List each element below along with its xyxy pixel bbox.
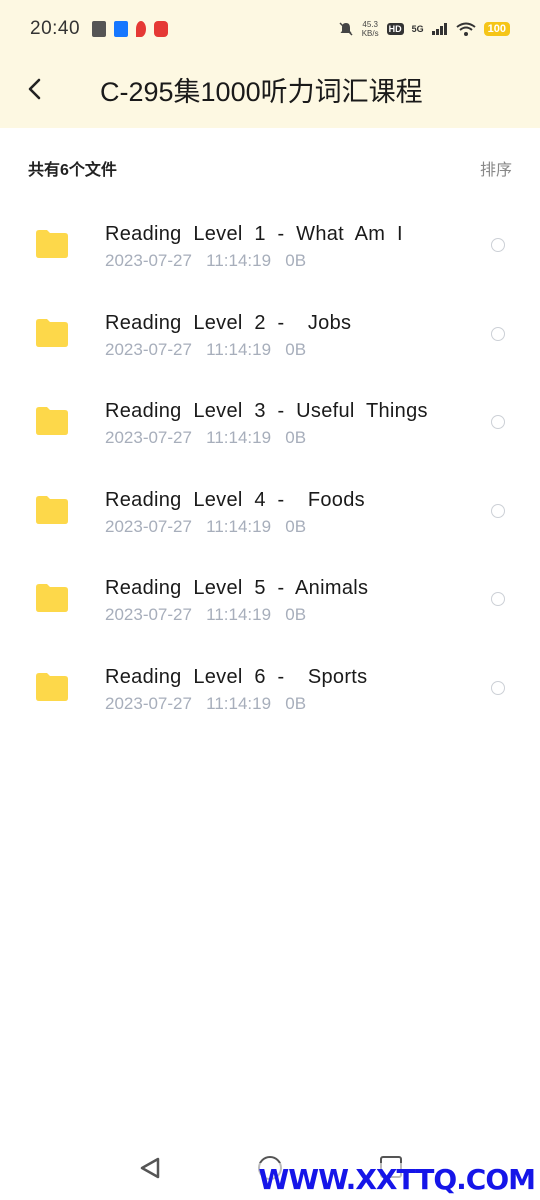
file-item[interactable]: Reading Level 5 - Animals 2023-07-27 11:… bbox=[0, 554, 540, 643]
file-size: 0B bbox=[285, 339, 307, 359]
file-date: 2023-07-27 bbox=[105, 251, 192, 270]
net-speed-unit: KB/s bbox=[361, 29, 379, 38]
status-left: 20:40 bbox=[30, 18, 169, 40]
net-speed-value: 45.3 bbox=[362, 20, 378, 29]
radio-unchecked-icon[interactable] bbox=[491, 326, 505, 341]
file-size: 0B bbox=[285, 605, 307, 624]
radio-unchecked-icon[interactable] bbox=[491, 503, 505, 518]
watermark: WWW.XXTTQ.COM bbox=[258, 1163, 536, 1196]
status-bar: 20:40 45.3 KB/s HD 5G 100 bbox=[0, 0, 540, 58]
folder-icon bbox=[36, 318, 68, 347]
file-time: 11:14:19 bbox=[206, 428, 272, 447]
net-speed: 45.3 KB/s bbox=[362, 20, 379, 38]
file-size: 0B bbox=[285, 693, 307, 713]
file-date: 2023-07-27 bbox=[105, 428, 192, 447]
radio-unchecked-icon[interactable] bbox=[491, 592, 505, 606]
file-item[interactable]: Reading Level 2 - Jobs 2023-07-27 11:14:… bbox=[0, 289, 540, 378]
nav-back-icon[interactable] bbox=[138, 1156, 162, 1180]
file-name: Reading Level 1 - What Am I bbox=[105, 223, 403, 245]
wifi-icon bbox=[456, 22, 476, 36]
signal-5g-label: 5G bbox=[411, 24, 424, 34]
map-pin-icon bbox=[136, 21, 147, 37]
file-date: 2023-07-27 bbox=[105, 605, 192, 624]
app-notification-icon bbox=[154, 21, 169, 37]
file-name: Reading Level 6 - Sports bbox=[105, 665, 368, 688]
file-meta: 2023-07-27 11:14:19 0B bbox=[105, 428, 306, 448]
file-item[interactable]: Reading Level 6 - Sports 2023-07-27 11:1… bbox=[0, 643, 540, 732]
file-size: 0B bbox=[285, 428, 307, 447]
file-meta: 2023-07-27 11:14:19 0B bbox=[105, 517, 306, 537]
folder-icon bbox=[36, 230, 68, 258]
file-meta: 2023-07-27 11:14:19 0B bbox=[105, 340, 306, 360]
alipay-icon bbox=[114, 21, 129, 37]
file-time: 11:14:19 bbox=[206, 516, 272, 536]
file-item[interactable]: Reading Level 1 - What Am I 2023-07-27 1… bbox=[0, 200, 540, 289]
hd-badge: HD bbox=[386, 23, 404, 35]
file-name: Reading Level 5 - Animals bbox=[105, 577, 369, 599]
file-size: 0B bbox=[285, 251, 307, 270]
file-count-label: 共有6个文件 bbox=[28, 162, 117, 179]
file-date: 2023-07-27 bbox=[105, 339, 192, 359]
folder-icon bbox=[36, 407, 68, 435]
file-meta: 2023-07-27 11:14:19 0B bbox=[105, 605, 306, 625]
file-list: Reading Level 1 - What Am I 2023-07-27 1… bbox=[0, 200, 540, 731]
file-time: 11:14:19 bbox=[206, 693, 272, 713]
sort-button[interactable]: 排序 bbox=[480, 156, 512, 180]
radio-unchecked-icon[interactable] bbox=[491, 238, 505, 252]
file-name: Reading Level 2 - Jobs bbox=[105, 311, 352, 334]
radio-unchecked-icon[interactable] bbox=[491, 415, 505, 429]
file-name: Reading Level 4 - Foods bbox=[105, 488, 365, 511]
file-size: 0B bbox=[285, 516, 307, 536]
radio-unchecked-icon[interactable] bbox=[491, 680, 505, 695]
folder-icon bbox=[36, 672, 68, 701]
file-time: 11:14:19 bbox=[206, 251, 272, 270]
file-name: Reading Level 3 - Useful Things bbox=[105, 400, 428, 422]
file-item[interactable]: Reading Level 4 - Foods 2023-07-27 11:14… bbox=[0, 466, 540, 555]
chevron-left-icon bbox=[28, 78, 41, 100]
status-time: 20:40 bbox=[30, 18, 81, 39]
file-meta: 2023-07-27 11:14:19 0B bbox=[105, 251, 306, 271]
page-title: C-295集1000听力词汇课程 bbox=[100, 77, 423, 107]
battery-indicator: 100 bbox=[483, 22, 510, 36]
folder-icon bbox=[36, 495, 68, 524]
file-date: 2023-07-27 bbox=[105, 693, 192, 713]
back-button[interactable] bbox=[20, 74, 50, 104]
mute-bell-icon bbox=[339, 22, 353, 36]
cellular-signal-icon bbox=[431, 23, 447, 35]
folder-icon bbox=[36, 584, 68, 612]
file-time: 11:14:19 bbox=[206, 605, 272, 624]
file-item[interactable]: Reading Level 3 - Useful Things 2023-07-… bbox=[0, 377, 540, 466]
file-meta: 2023-07-27 11:14:19 0B bbox=[105, 694, 306, 714]
status-right: 45.3 KB/s HD 5G 100 bbox=[338, 20, 510, 38]
clipboard-icon bbox=[92, 21, 107, 37]
file-date: 2023-07-27 bbox=[105, 516, 192, 536]
header: C-295集1000听力词汇课程 bbox=[0, 58, 540, 128]
file-time: 11:14:19 bbox=[206, 339, 272, 359]
